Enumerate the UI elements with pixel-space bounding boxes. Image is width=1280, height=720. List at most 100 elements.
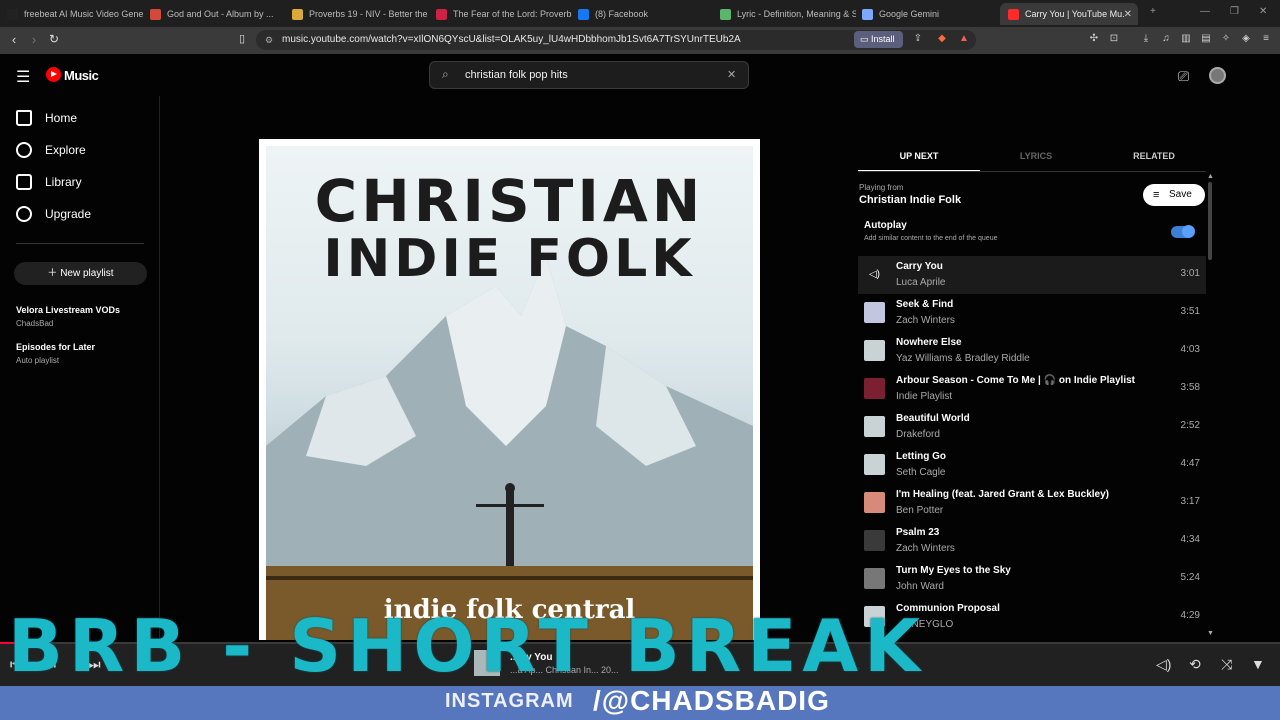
search-bar[interactable]: ⌕ christian folk pop hits ✕	[429, 61, 749, 89]
browser-tab[interactable]: Carry You | YouTube Mu... ✕	[1000, 3, 1138, 25]
scroll-down-icon[interactable]: ▼	[1207, 630, 1214, 637]
tab-favicon-icon	[578, 8, 589, 20]
playlist-title[interactable]: Velora Livestream VODs	[16, 305, 120, 315]
home-icon	[16, 110, 32, 126]
back-icon[interactable]: ‹	[6, 32, 22, 47]
new-playlist-button[interactable]: ＋ New playlist	[14, 262, 147, 285]
tab-up-next[interactable]: UP NEXT	[861, 151, 977, 161]
tab-divider	[858, 171, 1206, 172]
queue-track-artist[interactable]: Yaz Williams & Bradley Riddle	[896, 353, 1030, 364]
install-app-button[interactable]: ▭ Install	[854, 31, 903, 48]
sidebar-item-home[interactable]: Home	[16, 110, 77, 126]
close-tab-icon[interactable]: ✕	[1124, 9, 1132, 20]
tab-favicon-icon	[1008, 8, 1019, 20]
shuffle-icon[interactable]: ⤨	[1221, 656, 1232, 673]
tab-lyrics[interactable]: LYRICS	[978, 151, 1094, 161]
download-icon[interactable]: ⤓	[1140, 33, 1152, 45]
new-tab-button[interactable]: +	[1150, 6, 1156, 17]
brave-shield-icon[interactable]: ◆	[936, 33, 948, 45]
tab-title: Lyric - Definition, Meaning & S...	[737, 9, 856, 19]
queue-row[interactable]: Turn My Eyes to the Sky John Ward 5:24	[858, 560, 1206, 598]
queue-row[interactable]: Seek & Find Zach Winters 3:51	[858, 294, 1206, 332]
browser-tab[interactable]: Lyric - Definition, Meaning & S...	[720, 3, 856, 25]
rewards-icon[interactable]: ▲	[958, 33, 970, 45]
leo-icon[interactable]: ✧	[1220, 33, 1232, 45]
media-icon[interactable]: ♫	[1160, 33, 1172, 45]
queue-track-title: Arbour Season - Come To Me | 🎧 on Indie …	[896, 375, 1135, 386]
browser-tab[interactable]: Google Gemini	[862, 3, 998, 25]
queue-row[interactable]: Arbour Season - Come To Me | 🎧 on Indie …	[858, 370, 1206, 408]
tab-title: (8) Facebook	[595, 9, 649, 19]
browser-tab[interactable]: freebeat AI Music Video Generator	[7, 3, 143, 25]
avatar[interactable]	[1209, 67, 1226, 84]
browser-tab[interactable]: God and Out - Album by ...	[150, 3, 286, 25]
queue-track-artist[interactable]: Ben Potter	[896, 505, 943, 516]
queue-row[interactable]: Beautiful World Drakeford 2:52	[858, 408, 1206, 446]
queue-track-duration: 4:47	[1180, 458, 1200, 469]
queue-row[interactable]: Letting Go Seth Cagle 4:47	[858, 446, 1206, 484]
queue-scrollbar[interactable]	[1208, 182, 1212, 260]
queue-track-artist[interactable]: Zach Winters	[896, 543, 955, 554]
upgrade-icon	[16, 206, 32, 222]
tab-favicon-icon	[7, 8, 18, 20]
queue-track-artist[interactable]: Luca Aprile	[896, 277, 945, 288]
queue-track-artist[interactable]: John Ward	[896, 581, 944, 592]
playlist-title[interactable]: Episodes for Later	[16, 342, 95, 352]
app-logo-label[interactable]: Music	[64, 68, 99, 83]
library-icon	[16, 174, 32, 190]
minimize-icon[interactable]: —	[1200, 6, 1210, 17]
wallet-icon[interactable]: ▤	[1200, 33, 1212, 45]
bookmark-icon[interactable]: ▯	[234, 32, 250, 45]
cover-title-line2: INDIE FOLK	[323, 229, 696, 289]
queue-row[interactable]: Nowhere Else Yaz Williams & Bradley Riddl…	[858, 332, 1206, 370]
expand-player-icon[interactable]: ▼	[1251, 656, 1265, 672]
sidebar-item-upgrade[interactable]: Upgrade	[16, 206, 91, 222]
sidebar-item-library[interactable]: Library	[16, 174, 82, 190]
sidebar-item-label: Home	[45, 111, 78, 125]
close-window-icon[interactable]: ✕	[1259, 6, 1267, 17]
site-info-icon[interactable]: ⚙	[265, 30, 273, 50]
extensions-icon[interactable]: ✣	[1088, 33, 1100, 45]
album-cover: CHRISTIAN INDIE FOLK indie folk central	[259, 139, 760, 640]
clear-search-icon[interactable]: ✕	[727, 68, 736, 81]
queue-track-artist[interactable]: Drakeford	[896, 429, 940, 440]
queue-row[interactable]: Psalm 23 Zach Winters 4:34	[858, 522, 1206, 560]
sidebar-item-explore[interactable]: Explore	[16, 142, 86, 158]
queue-row[interactable]: ◁) Carry You Luca Aprile 3:01	[858, 256, 1206, 294]
queue-track-duration: 2:52	[1180, 420, 1200, 431]
sidebar-item-label: Library	[45, 175, 82, 189]
hamburger-menu-icon[interactable]: ☰	[16, 67, 30, 87]
queue-track-duration: 3:01	[1180, 268, 1200, 279]
tab-related[interactable]: RELATED	[1096, 151, 1212, 161]
volume-icon[interactable]: ◁)	[1156, 656, 1171, 673]
restore-icon[interactable]: ❐	[1230, 6, 1239, 17]
sidebar-toggle-icon[interactable]: ▥	[1180, 33, 1192, 45]
queue-track-title: Turn My Eyes to the Sky	[896, 565, 1011, 576]
queue-track-artist[interactable]: Seth Cagle	[896, 467, 945, 478]
search-input[interactable]: christian folk pop hits	[465, 69, 568, 81]
vpn-icon[interactable]: ◈	[1240, 33, 1252, 45]
autoplay-toggle[interactable]	[1171, 225, 1195, 238]
queue-row[interactable]: I'm Healing (feat. Jared Grant & Lex Buc…	[858, 484, 1206, 522]
queue-track-artist[interactable]: Zach Winters	[896, 315, 955, 326]
tab-search-icon[interactable]: ⊡	[1108, 33, 1120, 45]
queue-track-duration: 4:03	[1180, 344, 1200, 355]
queue-thumbnail	[864, 340, 885, 361]
forward-icon[interactable]: ›	[26, 32, 42, 47]
tab-title: Google Gemini	[879, 9, 940, 19]
queue-track-artist[interactable]: Indie Playlist	[896, 391, 952, 402]
browser-tab[interactable]: The Fear of the Lord: Proverbs	[436, 3, 572, 25]
reload-icon[interactable]: ↻	[46, 32, 62, 46]
save-playlist-button[interactable]: ≡ Save	[1143, 184, 1205, 206]
browser-tab[interactable]: (8) Facebook	[578, 3, 714, 25]
search-icon[interactable]: ⌕	[442, 67, 449, 82]
share-icon[interactable]: ⇪	[912, 33, 924, 45]
tab-title: Carry You | YouTube Mu...	[1025, 9, 1124, 19]
youtube-music-logo-icon[interactable]	[46, 67, 61, 82]
repeat-icon[interactable]: ⟲	[1189, 656, 1201, 673]
scroll-up-icon[interactable]: ▲	[1207, 173, 1214, 180]
tab-title: God and Out - Album by ...	[167, 9, 274, 19]
menu-icon[interactable]: ≡	[1260, 33, 1272, 45]
browser-tab[interactable]: Proverbs 19 - NIV - Better the...	[292, 3, 428, 25]
cast-icon[interactable]: ⎚	[1178, 68, 1189, 85]
